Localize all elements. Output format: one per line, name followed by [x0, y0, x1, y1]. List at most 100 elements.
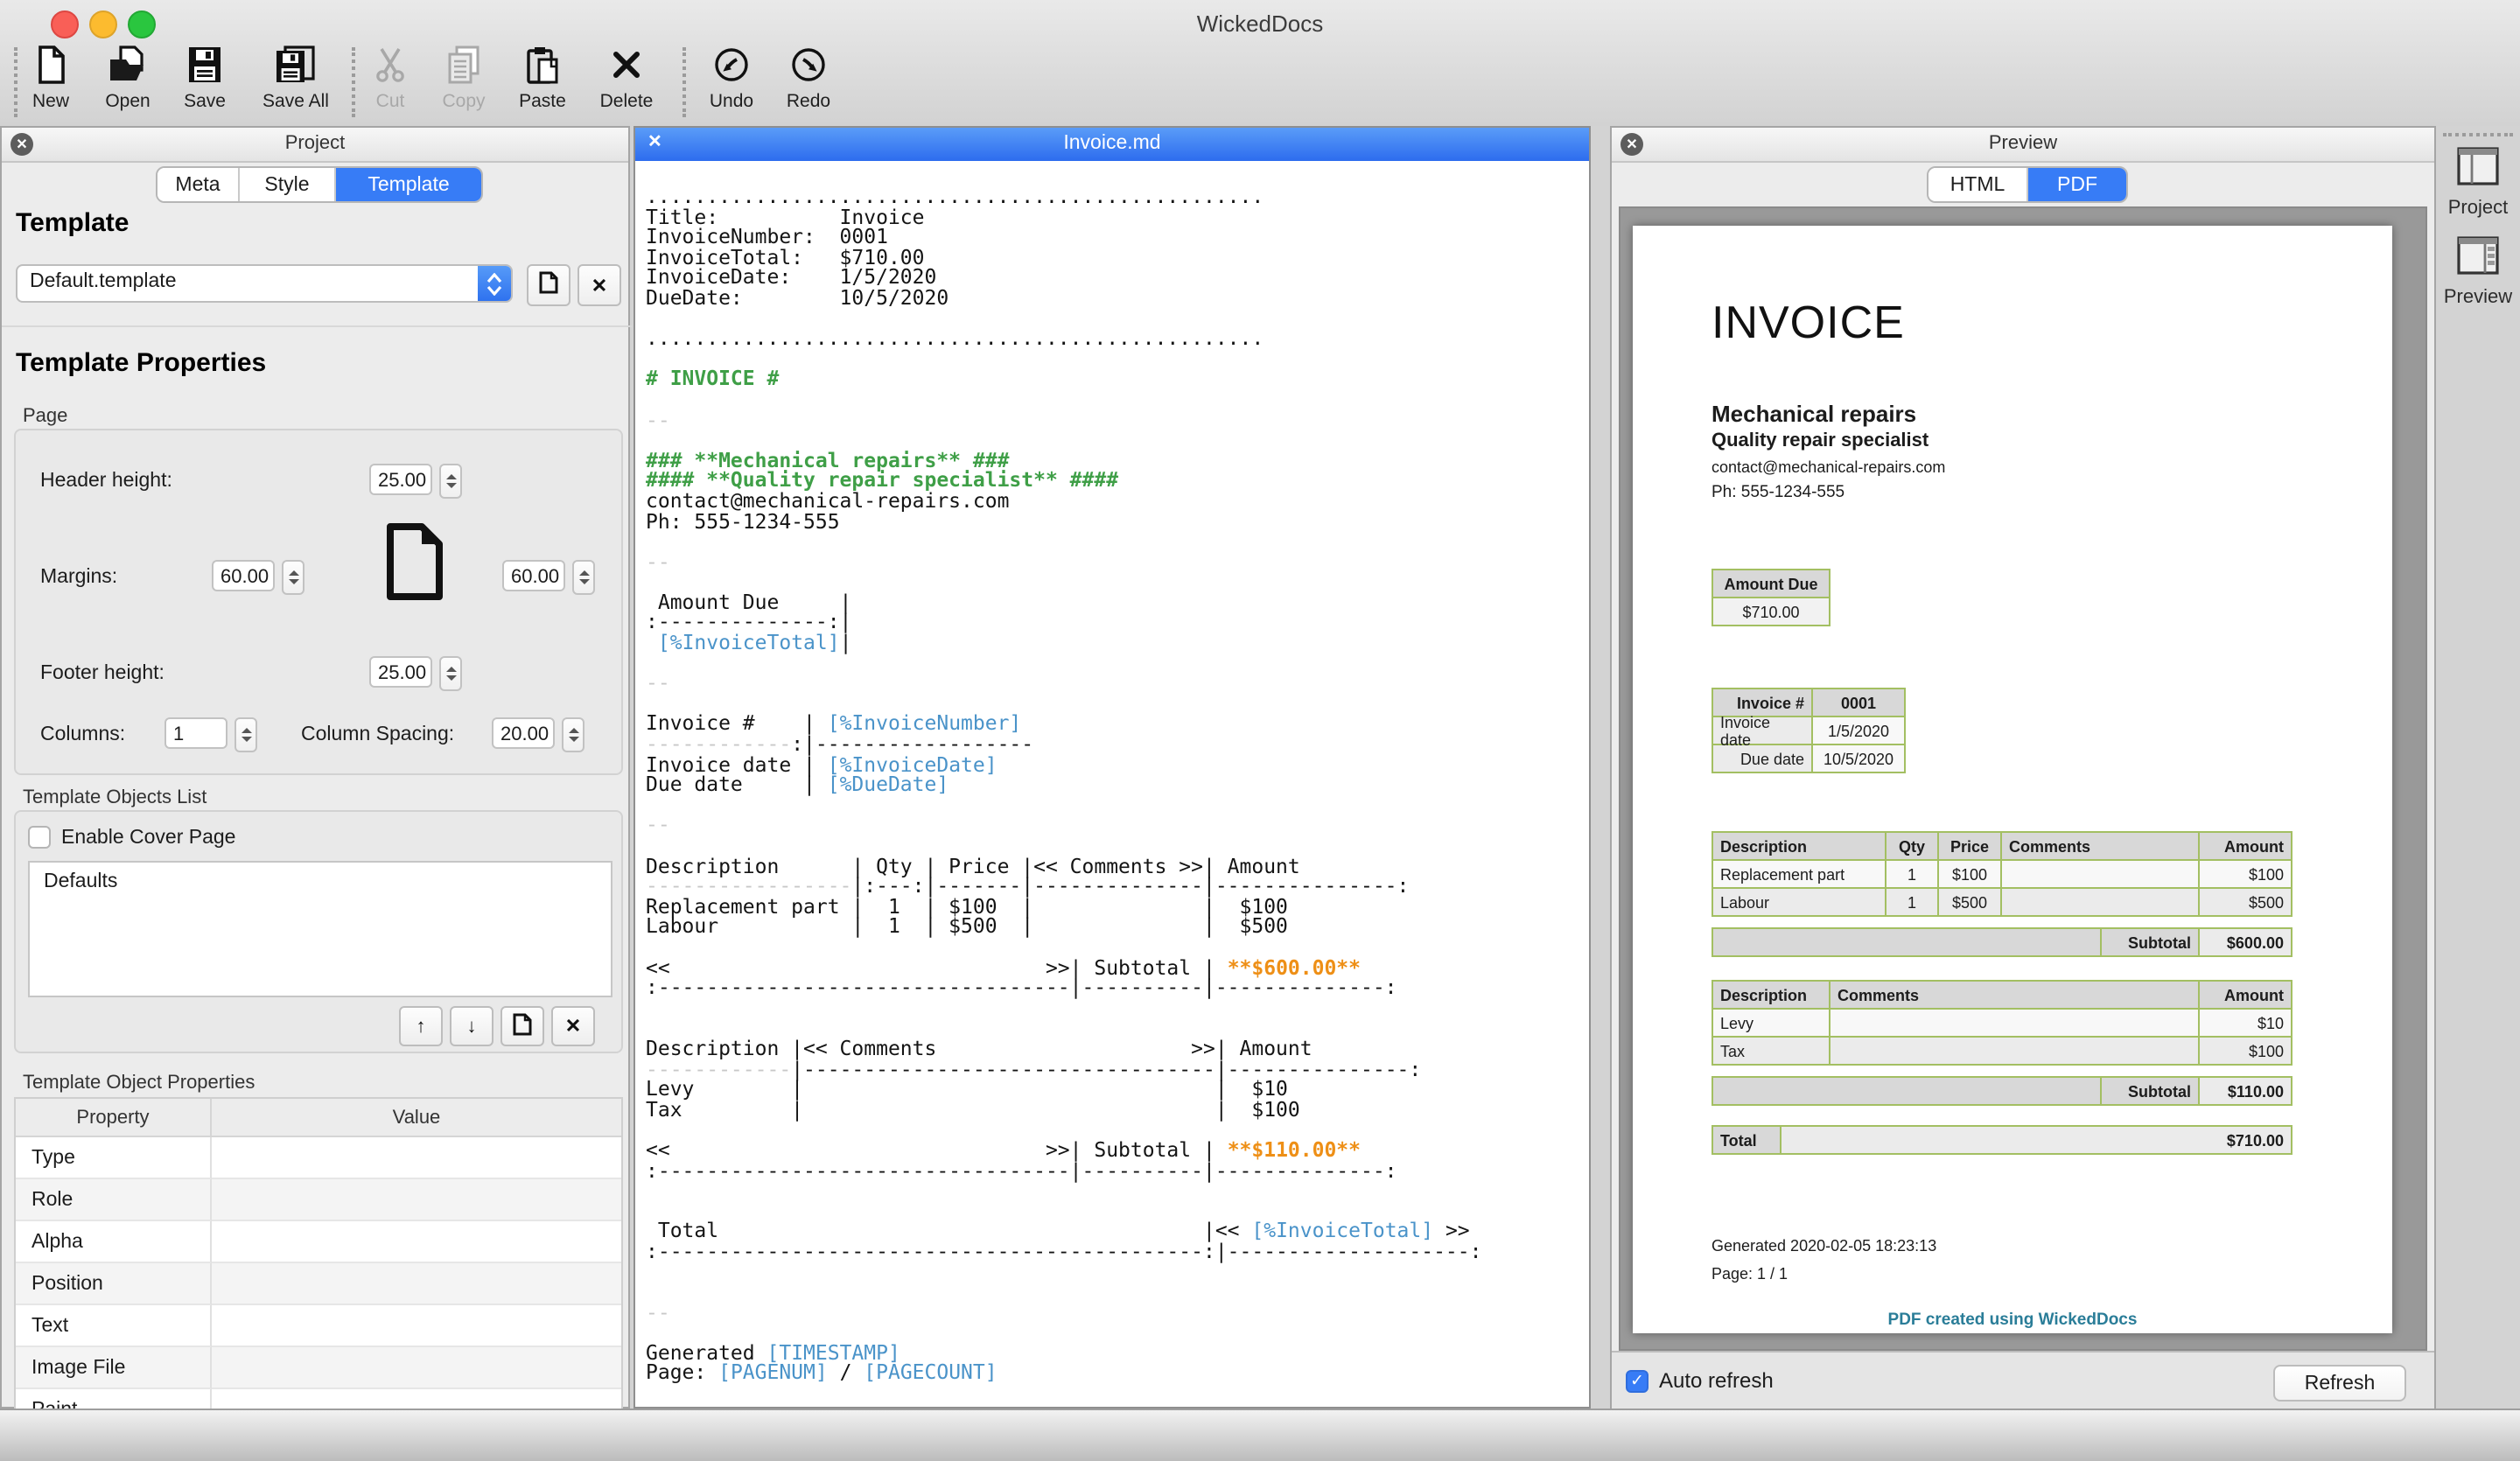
table-cell: $500	[2200, 889, 2291, 915]
delete-button[interactable]: Delete	[588, 44, 665, 121]
total-label: Total	[1713, 1127, 1780, 1153]
redo-button[interactable]: Redo	[770, 44, 847, 121]
page-group-box: Header height: 25.00 Margins: 60.00 60.0…	[14, 429, 623, 775]
editor-line: Levy | | $10	[646, 1076, 1589, 1096]
column-spacing-field[interactable]: 20.00	[492, 717, 555, 749]
enable-cover-page-checkbox[interactable]	[28, 826, 51, 849]
table-cell: $100	[2200, 861, 2291, 887]
toggle-preview-panel-button[interactable]: Preview	[2436, 236, 2520, 308]
fees-subtotal-value: $110.00	[2200, 1078, 2291, 1104]
property-value[interactable]	[212, 1179, 621, 1221]
columns-field[interactable]: 1	[164, 717, 228, 749]
wickeddocs-window: WickedDocs New Open Save Save All	[0, 0, 2520, 1459]
new-template-button[interactable]	[527, 264, 570, 306]
object-properties-table-header: Property Value	[16, 1099, 621, 1137]
list-item[interactable]: Defaults	[30, 863, 611, 892]
table-cell: Replacement part	[1713, 861, 1885, 887]
project-panel-header: ✕ Project	[2, 128, 628, 163]
redo-arrow-icon	[770, 44, 847, 86]
tab-style[interactable]: Style	[240, 168, 336, 201]
editor-line: # INVOICE #	[646, 367, 1589, 387]
editor-line: #### **Quality repair specialist** ####	[646, 468, 1589, 488]
property-row[interactable]: Image File	[16, 1347, 621, 1389]
markdown-editor[interactable]: ........................................…	[635, 161, 1589, 1407]
invoice-tagline: Quality repair specialist	[1712, 430, 1928, 451]
delete-object-button[interactable]: ✕	[551, 1006, 595, 1046]
open-button[interactable]: Open	[89, 44, 166, 121]
margin-left-stepper[interactable]	[282, 560, 304, 595]
divider	[2, 325, 632, 327]
table-cell: Tax	[1713, 1038, 1829, 1064]
margin-left-field[interactable]: 60.00	[212, 560, 275, 591]
footer-height-field[interactable]: 25.00	[369, 656, 432, 688]
property-name: Role	[16, 1179, 212, 1221]
property-value[interactable]	[212, 1305, 621, 1347]
pdf-viewer[interactable]: INVOICE Mechanical repairs Quality repai…	[1619, 206, 2427, 1351]
property-row[interactable]: Alpha	[16, 1221, 621, 1263]
refresh-button[interactable]: Refresh	[2273, 1365, 2406, 1402]
move-object-up-button[interactable]: ↑	[399, 1006, 443, 1046]
invoice-title: INVOICE	[1712, 296, 1905, 350]
undo-button[interactable]: Undo	[693, 44, 770, 121]
columns-stepper[interactable]	[234, 717, 257, 752]
editor-line	[646, 387, 1589, 407]
new-object-button[interactable]	[500, 1006, 544, 1046]
save-floppy-icon	[166, 44, 243, 86]
editor-line: -----------------|:---:|-------|--------…	[646, 873, 1589, 893]
save-all-button[interactable]: Save All	[247, 44, 345, 121]
property-row[interactable]: Position	[16, 1263, 621, 1305]
invoice-email: contact@mechanical-repairs.com	[1712, 458, 1945, 476]
project-tab-bar: Meta Style Template	[156, 166, 483, 203]
editor-line	[646, 833, 1589, 853]
property-value[interactable]	[212, 1137, 621, 1179]
paste-button[interactable]: Paste	[504, 44, 581, 121]
scissors-icon	[355, 44, 425, 86]
margin-right-field[interactable]: 60.00	[502, 560, 565, 591]
header-height-field[interactable]: 25.00	[369, 464, 432, 495]
move-object-down-button[interactable]: ↓	[450, 1006, 494, 1046]
table-cell	[1830, 1038, 2198, 1064]
editor-tab-header[interactable]: ✕ Invoice.md	[635, 128, 1589, 163]
template-select[interactable]: Default.template	[16, 264, 513, 303]
property-value[interactable]	[212, 1347, 621, 1389]
header-height-stepper[interactable]	[439, 464, 462, 499]
table-cell: Comments	[1830, 982, 2198, 1008]
table-cell: Due date	[1713, 745, 1811, 772]
table-cell: 10/5/2020	[1813, 745, 1904, 772]
open-folder-icon	[89, 44, 166, 86]
property-name: Text	[16, 1305, 212, 1347]
editor-content: ........................................…	[646, 184, 1589, 1381]
property-row[interactable]: Role	[16, 1179, 621, 1221]
new-document-icon	[12, 44, 89, 86]
toggle-project-panel-button[interactable]: Project	[2436, 147, 2520, 219]
table-cell: Comments	[2002, 833, 2198, 859]
delete-template-button[interactable]: ✕	[578, 264, 621, 306]
table-cell: Labour	[1713, 889, 1885, 915]
margin-right-stepper[interactable]	[572, 560, 595, 595]
footer-height-stepper[interactable]	[439, 656, 462, 691]
tab-template[interactable]: Template	[336, 168, 481, 201]
project-panel-title: Project	[2, 133, 628, 154]
editor-line: Page: [PAGENUM] / [PAGECOUNT]	[646, 1360, 1589, 1381]
property-value[interactable]	[212, 1263, 621, 1305]
editor-line	[646, 1198, 1589, 1218]
editor-line: Labour | 1 | $500 | | $500	[646, 914, 1589, 934]
template-objects-list[interactable]: Defaults	[28, 861, 612, 997]
tab-pdf[interactable]: PDF	[2028, 168, 2126, 201]
workspace: ✕ Project Meta Style Template Template D…	[0, 126, 2520, 1409]
new-button[interactable]: New	[12, 44, 89, 121]
tab-meta[interactable]: Meta	[158, 168, 240, 201]
property-row[interactable]: Type	[16, 1137, 621, 1179]
tab-html[interactable]: HTML	[1928, 168, 2028, 201]
total-bar: Total $710.00	[1712, 1125, 2292, 1155]
save-button[interactable]: Save	[166, 44, 243, 121]
cut-button: Cut	[355, 44, 425, 121]
table-cell: 1	[1886, 861, 1937, 887]
property-value[interactable]	[212, 1221, 621, 1263]
property-row[interactable]: Text	[16, 1305, 621, 1347]
auto-refresh-label: Auto refresh	[1659, 1368, 1774, 1393]
auto-refresh-checkbox[interactable]: ✓	[1626, 1370, 1648, 1393]
margins-label: Margins:	[40, 567, 117, 588]
editor-line	[646, 1016, 1589, 1036]
column-spacing-stepper[interactable]	[562, 717, 584, 752]
